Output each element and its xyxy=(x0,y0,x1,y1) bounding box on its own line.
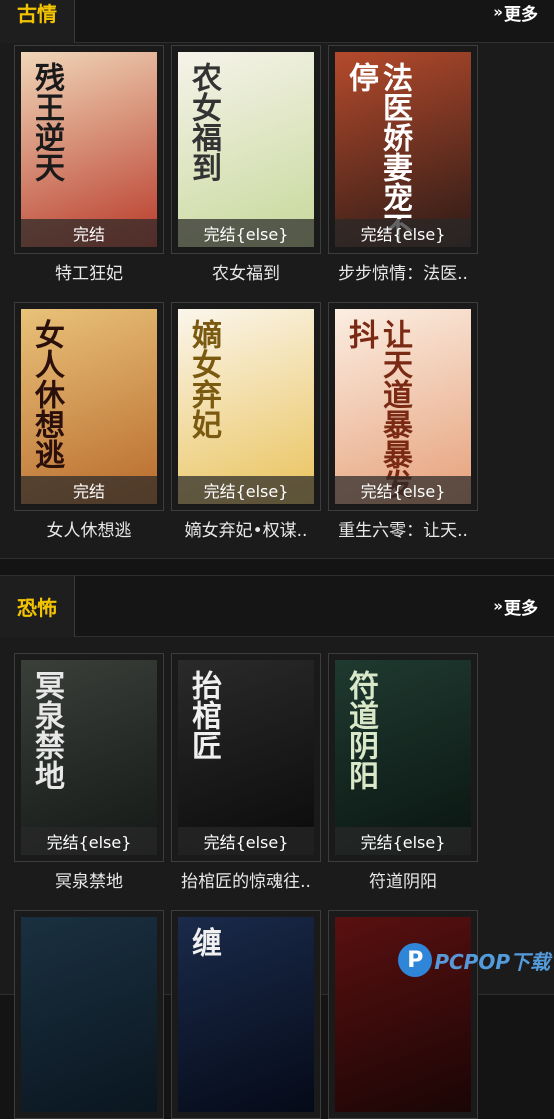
book-title[interactable]: 重生六零：让天.. xyxy=(323,516,483,541)
book-cover-image[interactable]: 农女福到完结{else} xyxy=(178,52,314,247)
watermark-text: PCPOP下载 xyxy=(434,949,550,974)
book-title[interactable]: 冥泉禁地 xyxy=(9,867,169,892)
book-card[interactable]: 女人休想逃完结 xyxy=(14,302,164,511)
book-card[interactable]: 冥泉禁地完结{else} xyxy=(14,653,164,862)
section-header: 古情 » 更多 xyxy=(0,0,554,43)
double-chevron-icon: » xyxy=(493,3,503,21)
book-card[interactable]: 抬棺匠完结{else} xyxy=(171,653,321,862)
book-cover-image[interactable]: 法医娇妻宠不停 完结{else} xyxy=(335,52,471,247)
section-header: 恐怖 » 更多 xyxy=(0,576,554,637)
cover-title-text: 缠 xyxy=(186,927,221,957)
cover-title-text: 女人休想逃 xyxy=(29,319,64,469)
book-title[interactable]: 嫡女弃妃•权谋.. xyxy=(166,516,326,541)
book-title[interactable]: 抬棺匠的惊魂往.. xyxy=(166,867,326,892)
book-card[interactable]: 残王逆天完结 xyxy=(14,45,164,254)
cover-title-text: 抬棺匠 xyxy=(186,670,221,760)
book-cover-image[interactable]: 让天道暴暴发抖 完结{else} xyxy=(335,309,471,504)
book-card[interactable] xyxy=(14,910,164,1119)
book-card[interactable]: 农女福到完结{else} xyxy=(171,45,321,254)
cover-title-text: 农女福到 xyxy=(186,62,221,182)
status-badge: 完结 xyxy=(21,219,157,247)
more-label: 更多 xyxy=(504,4,538,25)
more-link[interactable]: » 更多 xyxy=(493,576,538,636)
category-tab[interactable]: 古情 xyxy=(0,0,75,43)
status-badge: 完结{else} xyxy=(335,476,471,504)
book-card[interactable]: 让天道暴暴发抖 完结{else} xyxy=(328,302,478,511)
pcpop-logo-icon: P xyxy=(398,943,433,977)
book-cover-image[interactable] xyxy=(21,917,157,1112)
status-badge: 完结{else} xyxy=(178,827,314,855)
status-badge: 完结{else} xyxy=(21,827,157,855)
book-card[interactable]: 缠 xyxy=(171,910,321,1119)
book-title[interactable]: 符道阴阳 xyxy=(323,867,483,892)
book-cover-image[interactable]: 抬棺匠完结{else} xyxy=(178,660,314,855)
book-card[interactable]: 嫡女弃妃完结{else} xyxy=(171,302,321,511)
status-badge: 完结{else} xyxy=(178,476,314,504)
book-card[interactable] xyxy=(328,910,478,1119)
book-title[interactable]: 农女福到 xyxy=(166,259,326,284)
cover-title-text: 残王逆天 xyxy=(29,62,64,182)
status-badge: 完结 xyxy=(21,476,157,504)
status-badge: 完结{else} xyxy=(178,219,314,247)
category-section-ancient: 古情 » 更多 残王逆天 完结 特工狂妃 农女福到 完结{else} 农女福到 法医娇妻宠不… xyxy=(0,0,554,559)
book-title[interactable]: 特工狂妃 xyxy=(9,259,169,284)
cover-title-text: 符道阴阳 xyxy=(343,670,378,790)
status-badge: 完结{else} xyxy=(335,827,471,855)
book-card[interactable]: 符道阴阳完结{else} xyxy=(328,653,478,862)
book-cover-image[interactable]: 符道阴阳完结{else} xyxy=(335,660,471,855)
category-section-horror: 恐怖 » 更多 冥泉禁地 完结{else} 冥泉禁地 抬棺匠 完结{else} 抬棺匠的惊… xyxy=(0,575,554,1119)
watermark: P PCPOP下载 xyxy=(398,943,550,977)
book-cover-image[interactable]: 冥泉禁地完结{else} xyxy=(21,660,157,855)
book-title[interactable]: 女人休想逃 xyxy=(9,516,169,541)
book-cover-image[interactable]: 女人休想逃完结 xyxy=(21,309,157,504)
cover-title-text: 嫡女弃妃 xyxy=(186,319,221,439)
book-cover-image[interactable]: 残王逆天完结 xyxy=(21,52,157,247)
book-card[interactable]: 法医娇妻宠不停 完结{else} xyxy=(328,45,478,254)
cover-title-text: 冥泉禁地 xyxy=(29,670,64,790)
status-badge: 完结{else} xyxy=(335,219,471,247)
book-title[interactable]: 步步惊情：法医.. xyxy=(323,259,483,284)
double-chevron-icon: » xyxy=(493,597,503,615)
more-link[interactable]: » 更多 xyxy=(493,0,538,42)
more-label: 更多 xyxy=(504,598,538,619)
book-cover-image[interactable]: 嫡女弃妃完结{else} xyxy=(178,309,314,504)
cover-art xyxy=(21,917,157,1112)
category-tab[interactable]: 恐怖 xyxy=(0,576,75,637)
book-cover-image[interactable]: 缠 xyxy=(178,917,314,1112)
